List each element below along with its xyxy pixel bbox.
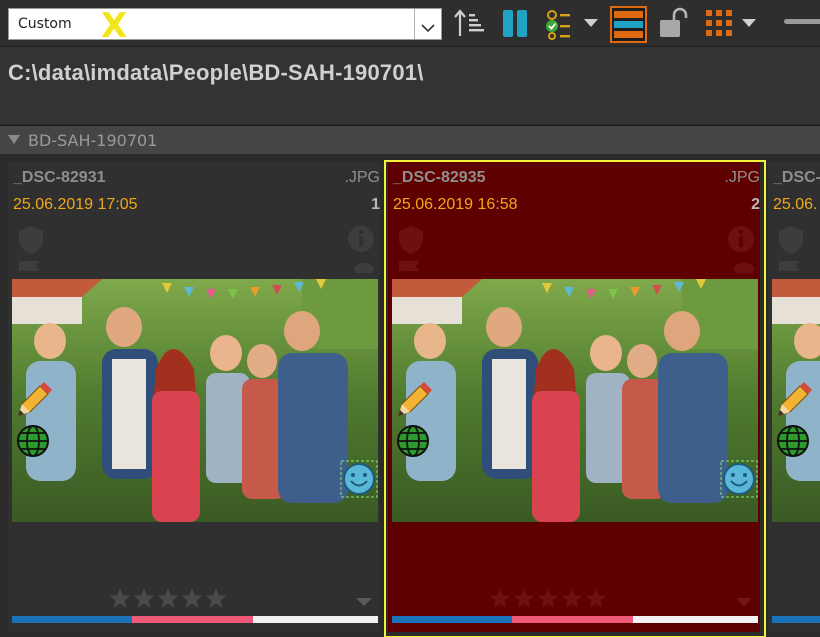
shield-icon[interactable]: [396, 224, 426, 260]
zoom-slider[interactable]: [784, 19, 820, 24]
thumbnail-card[interactable]: _DSC-82931 .JPG 25.06.2019 17:05 1: [8, 162, 380, 632]
flag-icon[interactable]: [778, 258, 802, 277]
image-index: 1: [371, 196, 380, 213]
status-dot-icon: [732, 258, 756, 277]
unlock-icon[interactable]: [656, 6, 692, 40]
grid-layout-icon[interactable]: [702, 6, 738, 40]
status-dot-icon: [352, 258, 376, 277]
file-name: _DSC-: [773, 169, 820, 186]
sort-ascending-icon[interactable]: [452, 6, 488, 40]
preset-value: Custom: [18, 16, 72, 32]
folder-path: C:\data\imdata\People\BD-SAH-190701\: [8, 60, 424, 85]
pencil-edit-icon[interactable]: [394, 382, 432, 422]
view-mode-icon[interactable]: [610, 6, 648, 43]
toolbar: Custom X: [0, 0, 820, 46]
thumbnail-card-partial[interactable]: _DSC- 25.06.: [768, 162, 820, 632]
shield-icon[interactable]: [776, 224, 806, 260]
shield-icon[interactable]: [16, 224, 46, 260]
info-icon[interactable]: [346, 224, 376, 258]
checklist-icon[interactable]: [542, 6, 574, 40]
path-panel: C:\data\imdata\People\BD-SAH-190701\: [0, 46, 820, 124]
file-name: _DSC-82935: [393, 169, 486, 186]
file-name: _DSC-82931: [13, 169, 106, 186]
photo-thumbnail[interactable]: [392, 279, 758, 522]
chevron-down-icon[interactable]: [421, 18, 435, 37]
star-rating[interactable]: [108, 587, 232, 615]
file-extension: .JPG: [724, 169, 760, 186]
grid-dropdown-icon[interactable]: [740, 6, 758, 40]
face-detection-icon[interactable]: [720, 460, 758, 502]
image-index: 2: [751, 196, 760, 213]
star-rating[interactable]: [488, 587, 612, 615]
file-extension: .JPG: [344, 169, 380, 186]
flag-icon[interactable]: [18, 258, 42, 277]
capture-date: 25.06.2019 17:05: [13, 196, 138, 213]
flag-icon[interactable]: [398, 258, 422, 277]
collapse-triangle-icon[interactable]: [8, 135, 20, 144]
globe-icon[interactable]: [396, 424, 430, 462]
photo-thumbnail[interactable]: [12, 279, 378, 522]
rating-dropdown-icon[interactable]: [736, 598, 752, 606]
pencil-edit-icon[interactable]: [14, 382, 52, 422]
annotation-x-mark: X: [101, 6, 128, 46]
dropdown-separator: [414, 9, 415, 39]
thumbnail-grid: _DSC-82931 .JPG 25.06.2019 17:05 1 _DSC-…: [0, 154, 820, 637]
thumbnail-card-selected[interactable]: _DSC-82935 .JPG 25.06.2019 16:58 2: [384, 160, 766, 637]
capture-date: 25.06.2019 16:58: [393, 196, 518, 213]
preset-dropdown[interactable]: Custom X: [8, 6, 442, 46]
rating-dropdown-icon[interactable]: [356, 598, 372, 606]
face-detection-icon[interactable]: [340, 460, 378, 502]
color-label-bar: [12, 616, 378, 623]
info-icon[interactable]: [726, 224, 756, 258]
capture-date: 25.06.: [773, 196, 818, 213]
group-header[interactable]: BD-SAH-190701: [0, 125, 820, 154]
group-name: BD-SAH-190701: [28, 131, 158, 150]
checklist-dropdown-icon[interactable]: [582, 6, 600, 40]
globe-icon[interactable]: [16, 424, 50, 462]
pencil-edit-icon[interactable]: [774, 382, 812, 422]
color-label-bar: [772, 616, 820, 623]
pause-icon[interactable]: [500, 6, 532, 40]
image-browser-window: Custom X C:\data\imdata\People\BD-SAH-19…: [0, 0, 820, 637]
color-label-bar: [392, 616, 758, 623]
globe-icon[interactable]: [776, 424, 810, 462]
